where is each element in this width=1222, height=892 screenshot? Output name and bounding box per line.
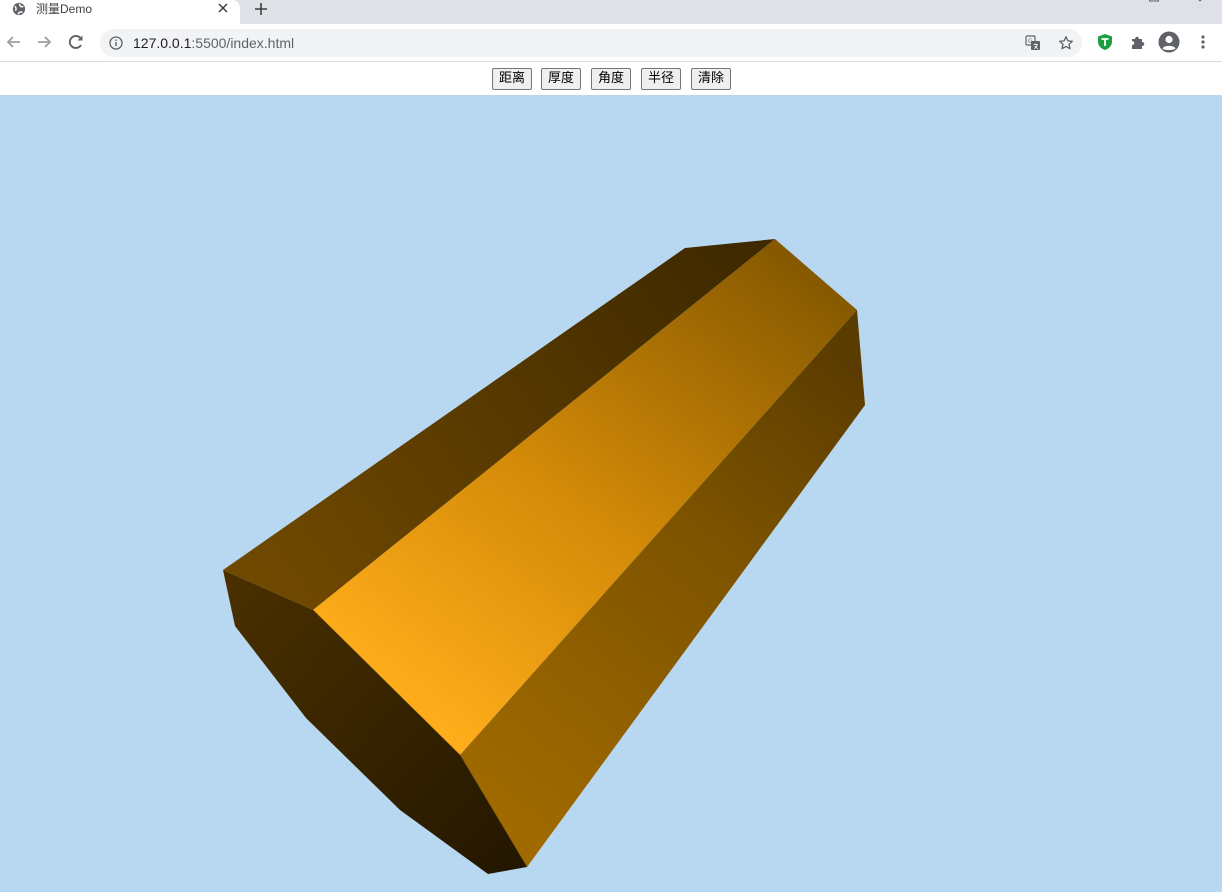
url-text[interactable]: 127.0.0.1:5500/index.html [133, 35, 294, 51]
profile-icon[interactable] [1158, 31, 1180, 53]
clear-button[interactable]: 清除 [691, 68, 732, 90]
shield-extension-icon[interactable] [1096, 33, 1114, 51]
address-bar[interactable]: 127.0.0.1:5500/index.html G [100, 29, 1082, 57]
svg-text:G: G [1028, 38, 1033, 45]
puzzle-icon[interactable] [1129, 33, 1147, 51]
browser-window: 测量Demo 127.0.0.1:5500/index.html G 距离 厚度… [0, 0, 1222, 892]
distance-button[interactable]: 距离 [492, 68, 533, 90]
info-icon[interactable] [109, 36, 123, 50]
url-path: :5500/index.html [191, 35, 295, 51]
window-close-icon[interactable] [1194, 0, 1206, 2]
close-icon[interactable] [216, 1, 230, 15]
thickness-button[interactable]: 厚度 [541, 68, 582, 90]
reload-icon[interactable] [66, 32, 86, 52]
browser-toolbar: 127.0.0.1:5500/index.html G [0, 24, 1222, 62]
measure-toolbar: 距离 厚度 角度 半径 清除 [0, 62, 1222, 95]
globe-icon [12, 2, 26, 16]
menu-dots-icon[interactable] [1194, 33, 1212, 51]
angle-button[interactable]: 角度 [591, 68, 632, 90]
arrow-left-icon[interactable] [4, 32, 24, 52]
3d-viewport[interactable] [0, 95, 1222, 892]
window-minimize-icon[interactable] [1149, 0, 1159, 2]
new-tab-plus-icon[interactable] [252, 0, 270, 18]
translate-icon[interactable]: G [1025, 35, 1041, 51]
url-host: 127.0.0.1 [133, 35, 192, 51]
tab-title: 测量Demo [36, 2, 93, 16]
radius-button[interactable]: 半径 [641, 68, 682, 90]
tab-strip: 测量Demo [0, 0, 1222, 24]
arrow-right-icon[interactable] [34, 32, 54, 52]
active-tab[interactable]: 测量Demo [0, 0, 240, 24]
scene-canvas[interactable] [0, 95, 1222, 892]
star-icon[interactable] [1058, 35, 1074, 51]
